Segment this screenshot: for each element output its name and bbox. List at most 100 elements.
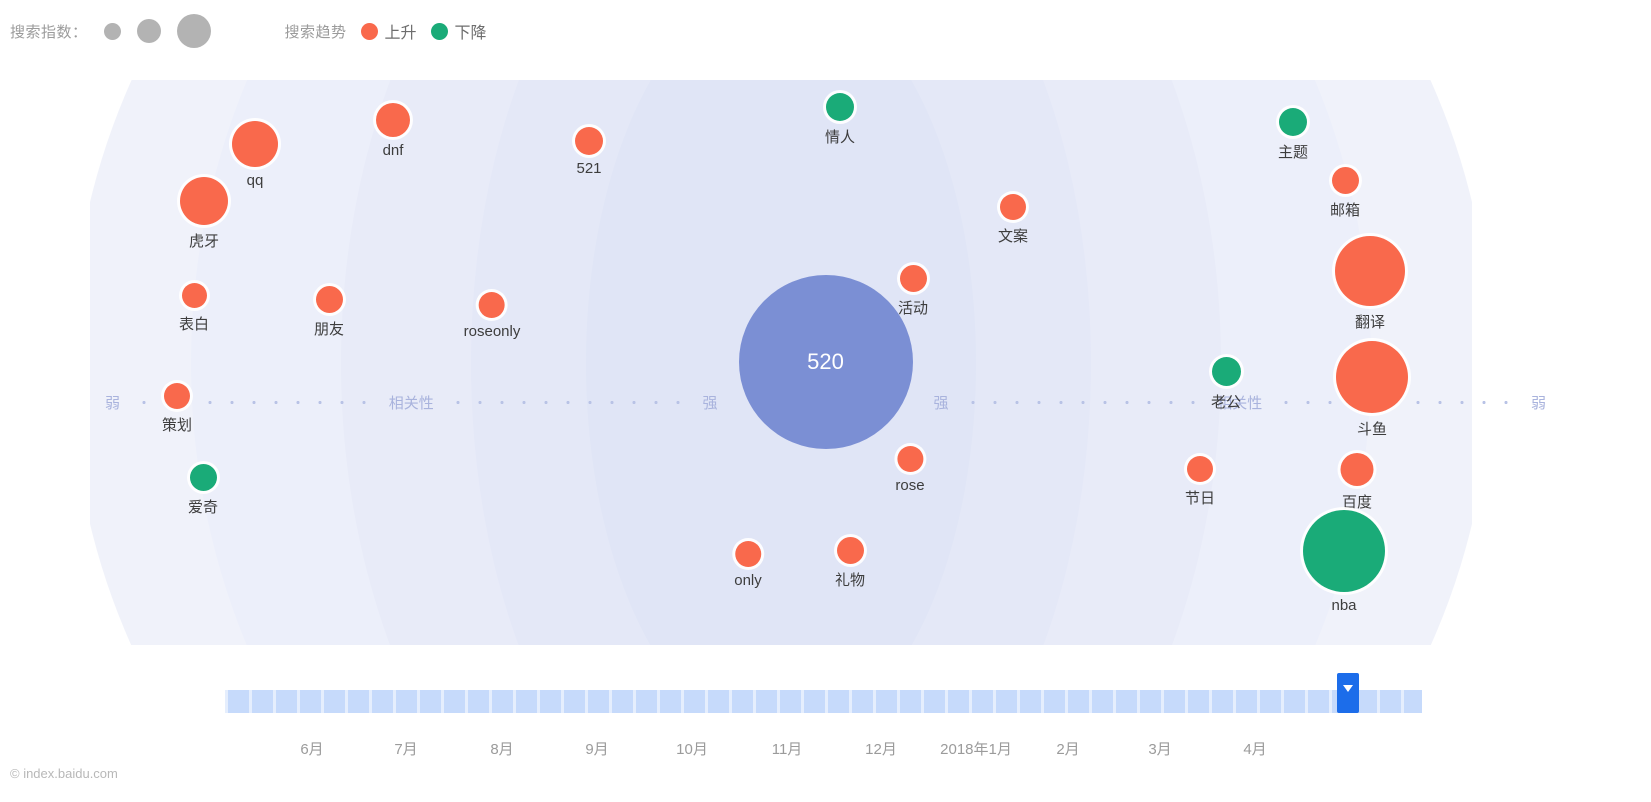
legend-bar: 搜索指数： 搜索趋势 上升 下降 [0,0,1651,62]
legend-item-rising[interactable]: 上升 [360,19,417,43]
keyword-bubble[interactable]: 虎牙 [180,177,228,251]
keyword-bubble-label: qq [246,172,264,189]
axis-label-left-relevance: 相关性 [388,394,434,412]
axis-dots-3 [961,400,1205,404]
keyword-bubble[interactable]: roseonly [463,292,521,340]
timeline: 6月 7月 8月 9月 10月 11月 12月 2018年1月 2月 3月 4月 [0,673,1651,802]
keyword-bubble-label: 策划 [161,417,193,434]
keyword-bubble-label: 爱奇 [187,498,219,516]
keyword-bubble-label: dnf [382,142,404,159]
keyword-bubble-label: 翻译 [1354,314,1385,331]
keyword-bubble[interactable]: 百度 [1340,452,1374,512]
keyword-bubble-dot [1336,341,1408,413]
keyword-bubble-label: only [734,572,762,589]
keyword-bubble-dot [1340,452,1374,486]
keyword-bubble-label: 节日 [1184,490,1216,507]
keyword-bubble[interactable]: nba [1303,510,1385,614]
timeline-month-label: 7月 [394,741,418,758]
keyword-bubble-dot [189,463,217,491]
keyword-bubble[interactable]: 邮箱 [1330,166,1360,220]
keyword-bubble-label: 朋友 [313,320,345,338]
keyword-bubble[interactable]: 礼物 [834,536,866,590]
keyword-bubble[interactable]: 爱奇 [187,463,219,517]
size-dot-medium [136,19,161,43]
keyword-bubble-dot [735,541,761,567]
keyword-bubble[interactable]: 朋友 [313,285,345,339]
keyword-bubble[interactable]: 老公 [1210,356,1242,412]
rising-label: 上升 [384,25,417,42]
keyword-bubble-dot [899,264,927,292]
keyword-bubble-dot [1331,166,1359,194]
keyword-bubble[interactable]: 斗鱼 [1336,341,1408,439]
keyword-bubble[interactable]: 情人 [825,93,855,147]
search-index-label: 搜索指数： [10,23,88,41]
keyword-bubble-dot [1335,236,1405,306]
keyword-bubble-label: 文案 [997,228,1029,245]
keyword-bubble-dot [315,285,343,313]
keyword-bubble-label: 礼物 [834,571,866,589]
timeline-month-label: 4月 [1243,741,1267,758]
keyword-bubble-dot [478,292,505,318]
timeline-month-label: 11月 [771,741,803,758]
timeline-month-label: 2018年1月 [940,741,1012,758]
timeline-month-label: 6月 [300,741,324,758]
axis-dots-2 [446,400,690,404]
timeline-month-label: 8月 [490,741,514,758]
search-index-legend: 搜索指数： [10,14,211,48]
keyword-bubble-dot [232,121,278,167]
center-keyword-label: 520 [807,349,844,374]
keyword-bubble[interactable]: 主题 [1278,108,1308,162]
timeline-track[interactable] [225,673,1422,713]
keyword-bubble[interactable]: 策划 [162,383,192,435]
keyword-bubble[interactable]: 表白 [179,282,209,334]
keyword-bubble-label: 虎牙 [188,233,219,250]
keyword-bubble[interactable]: 文案 [998,194,1028,246]
center-keyword-bubble[interactable]: 520 [738,275,913,449]
rising-dot-icon [360,22,378,40]
keyword-bubble-label: 活动 [897,299,929,317]
keyword-bubble-label: 斗鱼 [1356,421,1387,438]
keyword-bubble-label: roseonly [463,323,521,340]
keyword-bubble[interactable]: dnf [376,103,410,159]
timeline-month-label: 12月 [865,741,897,758]
source-credit: © index.baidu.com [10,766,118,781]
timeline-month-label: 9月 [585,741,609,758]
keyword-bubble-label: 老公 [1210,393,1242,411]
keyword-bubble-dot [1303,510,1385,592]
axis-label-right-strong: 强 [933,394,949,412]
falling-label: 下降 [454,25,487,42]
keyword-bubble-dot [836,536,864,564]
keyword-bubble[interactable]: qq [232,121,278,189]
keyword-bubble-dot [897,446,923,472]
baidu-index-demand-graph: 搜索指数： 搜索趋势 上升 下降 弱 相关性 强 强 相关性 弱 520 qq … [0,0,1651,802]
keyword-bubble-dot [1278,108,1307,136]
keyword-bubble-label: 情人 [824,129,856,146]
keyword-bubble-dot [1211,356,1241,386]
timeline-month-label: 2月 [1056,741,1080,758]
keyword-bubble-dot [181,282,207,308]
legend-item-falling[interactable]: 下降 [430,19,487,43]
keyword-bubble-dot [999,194,1026,220]
keyword-bubble-dot [376,103,410,137]
keyword-bubble[interactable]: rose [895,446,925,494]
keyword-bubble-label: 521 [576,160,602,177]
axis-label-right-weak: 弱 [1531,394,1547,412]
keyword-bubble-dot [825,93,854,121]
timeline-month-label: 3月 [1148,741,1172,758]
keyword-bubble-dot [575,127,603,155]
timeline-handle[interactable] [1337,673,1359,713]
keyword-bubble[interactable]: 521 [575,127,603,177]
size-dot-large [176,14,211,48]
timeline-month-label: 10月 [676,741,708,758]
search-trend-label: 搜索趋势 [284,23,347,41]
keyword-bubble-dot [163,383,190,409]
size-scale-dots [98,14,211,48]
axis-label-left-weak: 弱 [105,394,121,412]
timeline-month-labels: 6月 7月 8月 9月 10月 11月 12月 2018年1月 2月 3月 4月 [0,738,1651,768]
keyword-bubble[interactable]: only [734,541,762,589]
keyword-bubble-label: 主题 [1277,144,1309,161]
keyword-bubble[interactable]: 翻译 [1335,236,1405,332]
keyword-bubble[interactable]: 活动 [897,264,929,318]
keyword-bubble[interactable]: 节日 [1185,456,1215,508]
size-dot-small [103,22,121,40]
